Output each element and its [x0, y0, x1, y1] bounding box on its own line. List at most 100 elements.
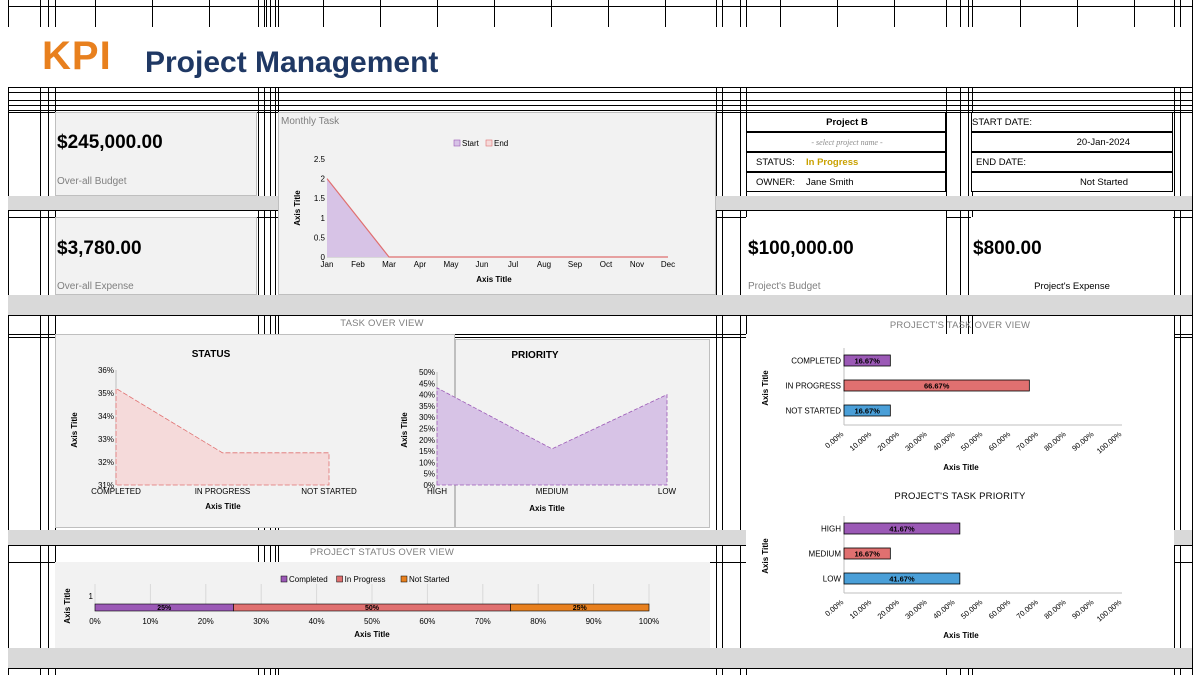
y-axis-title: Axis Title — [63, 588, 72, 624]
x-tick-label: Aug — [537, 260, 551, 269]
x-tick-label: 10.00% — [848, 429, 874, 452]
x-tick-label: 50% — [364, 617, 380, 626]
y-tick-label: 33% — [98, 435, 114, 444]
x-tick-label: LOW — [658, 487, 677, 496]
y-tick-label: 36% — [98, 366, 114, 375]
legend-label: Not Started — [409, 575, 449, 584]
category-label: MEDIUM — [809, 550, 842, 559]
x-tick-label: 20% — [198, 617, 214, 626]
x-tick-label: 90.00% — [1070, 597, 1096, 620]
bar-data-label: 25% — [573, 605, 588, 612]
x-tick-label: 70.00% — [1015, 429, 1041, 452]
start-date-label: START DATE: — [972, 117, 1033, 128]
y-axis-title: Axis Title — [761, 538, 770, 574]
category-label: COMPLETED — [791, 357, 841, 366]
grid-line — [266, 0, 267, 27]
x-axis-title: Axis Title — [529, 504, 565, 513]
x-tick-label: 10% — [142, 617, 158, 626]
category-label: HIGH — [821, 525, 841, 534]
y-tick-label: 10% — [419, 458, 435, 467]
grid-line — [8, 668, 1192, 669]
x-tick-label: Sep — [568, 260, 583, 269]
y-tick-label: 25% — [419, 425, 435, 434]
grid-line — [1134, 0, 1135, 27]
y-tick-label: 35% — [419, 402, 435, 411]
x-axis-title: Axis Title — [476, 275, 512, 284]
grid-line — [8, 92, 1192, 93]
x-tick-label: 80.00% — [1042, 597, 1068, 620]
grid-line — [8, 105, 1192, 106]
y-tick-label: 50% — [419, 368, 435, 377]
legend-label: In Progress — [345, 575, 386, 584]
series-start-area — [327, 178, 668, 257]
owner-label: OWNER: — [756, 177, 796, 188]
y-tick-label: 32% — [98, 458, 114, 467]
x-tick-label: COMPLETED — [91, 487, 141, 496]
bar-data-label: 41.67% — [889, 575, 915, 584]
legend-end-label: End — [494, 139, 508, 148]
x-tick-label: 0.00% — [823, 597, 845, 618]
kpi-word: KPI — [42, 34, 112, 78]
bar-data-label: 66.67% — [924, 382, 950, 391]
x-axis-title: Axis Title — [354, 630, 390, 639]
overall-expense-value: $3,780.00 — [57, 238, 142, 259]
y-tick-label: 20% — [419, 436, 435, 445]
projects-task-priority-header: PROJECT'S TASK PRIORITY — [894, 491, 1026, 502]
legend-start-label: Start — [462, 139, 480, 148]
x-tick-label: Jul — [508, 260, 518, 269]
bar-data-label: 16.67% — [854, 407, 880, 416]
x-tick-label: HIGH — [427, 487, 447, 496]
y-tick-label: 30% — [419, 413, 435, 422]
bar-data-label: 41.67% — [889, 525, 915, 534]
grid-line — [665, 0, 666, 27]
project-expense-label: Project's Expense — [1034, 281, 1110, 292]
x-tick-label: 30.00% — [903, 597, 929, 620]
chart-title: STATUS — [192, 349, 231, 360]
grid-line — [608, 0, 609, 27]
status-value: In Progress — [806, 157, 859, 168]
bar-data-label: 25% — [157, 605, 172, 612]
project-status-overview-header: PROJECT STATUS OVER VIEW — [309, 547, 455, 558]
y-tick-label: 15% — [419, 447, 435, 456]
x-tick-label: IN PROGRESS — [195, 487, 251, 496]
end-date-value: Not Started — [1079, 177, 1128, 188]
y-axis-title: Axis Title — [761, 370, 770, 406]
bar-data-label: 16.67% — [854, 550, 880, 559]
y-tick-label: 1 — [321, 214, 326, 223]
x-tick-label: 10.00% — [848, 597, 874, 620]
x-tick-label: 60.00% — [987, 597, 1013, 620]
x-tick-label: Jun — [476, 260, 489, 269]
project-select-hint[interactable]: - select project name - — [748, 138, 946, 147]
grid-line — [8, 110, 1192, 111]
y-axis-title: Axis Title — [70, 412, 79, 448]
x-tick-label: 100.00% — [1095, 597, 1124, 623]
y-tick-label: 5% — [423, 470, 435, 479]
x-tick-label: 40.00% — [931, 597, 957, 620]
x-tick-label: Feb — [351, 260, 365, 269]
legend-start-swatch — [453, 139, 461, 147]
page-title: Project Management — [145, 46, 439, 79]
grid-line — [437, 0, 438, 27]
gray-band — [8, 295, 1192, 315]
x-tick-label: 20.00% — [876, 429, 902, 452]
grid-line — [837, 0, 838, 27]
grid-line — [380, 0, 381, 27]
y-tick-label: 45% — [419, 379, 435, 388]
legend-label: Completed — [289, 575, 328, 584]
x-tick-label: 90% — [586, 617, 602, 626]
projects-task-priority-chart: HIGH 41.67% MEDIUM 16.67% LOW 41.67% 0.00% 10.0… — [761, 516, 1124, 640]
start-date-value: 20-Jan-2024 — [1076, 137, 1130, 148]
project-budget-label: Project's Budget — [748, 281, 821, 292]
task-overview-header: TASK OVER VIEW — [340, 318, 424, 329]
grid-line — [95, 0, 96, 27]
overall-budget-label: Over-all Budget — [57, 176, 127, 187]
x-tick-label: Oct — [600, 260, 613, 269]
y-axis-title: Axis Title — [400, 412, 409, 448]
y-tick-label: 2.5 — [314, 155, 326, 164]
grid-line — [1192, 0, 1193, 675]
legend-swatch — [336, 575, 343, 583]
priority-area — [436, 387, 668, 486]
category-label: NOT STARTED — [785, 407, 841, 416]
y-tick-label: 34% — [98, 412, 114, 421]
x-tick-label: 30% — [253, 617, 269, 626]
